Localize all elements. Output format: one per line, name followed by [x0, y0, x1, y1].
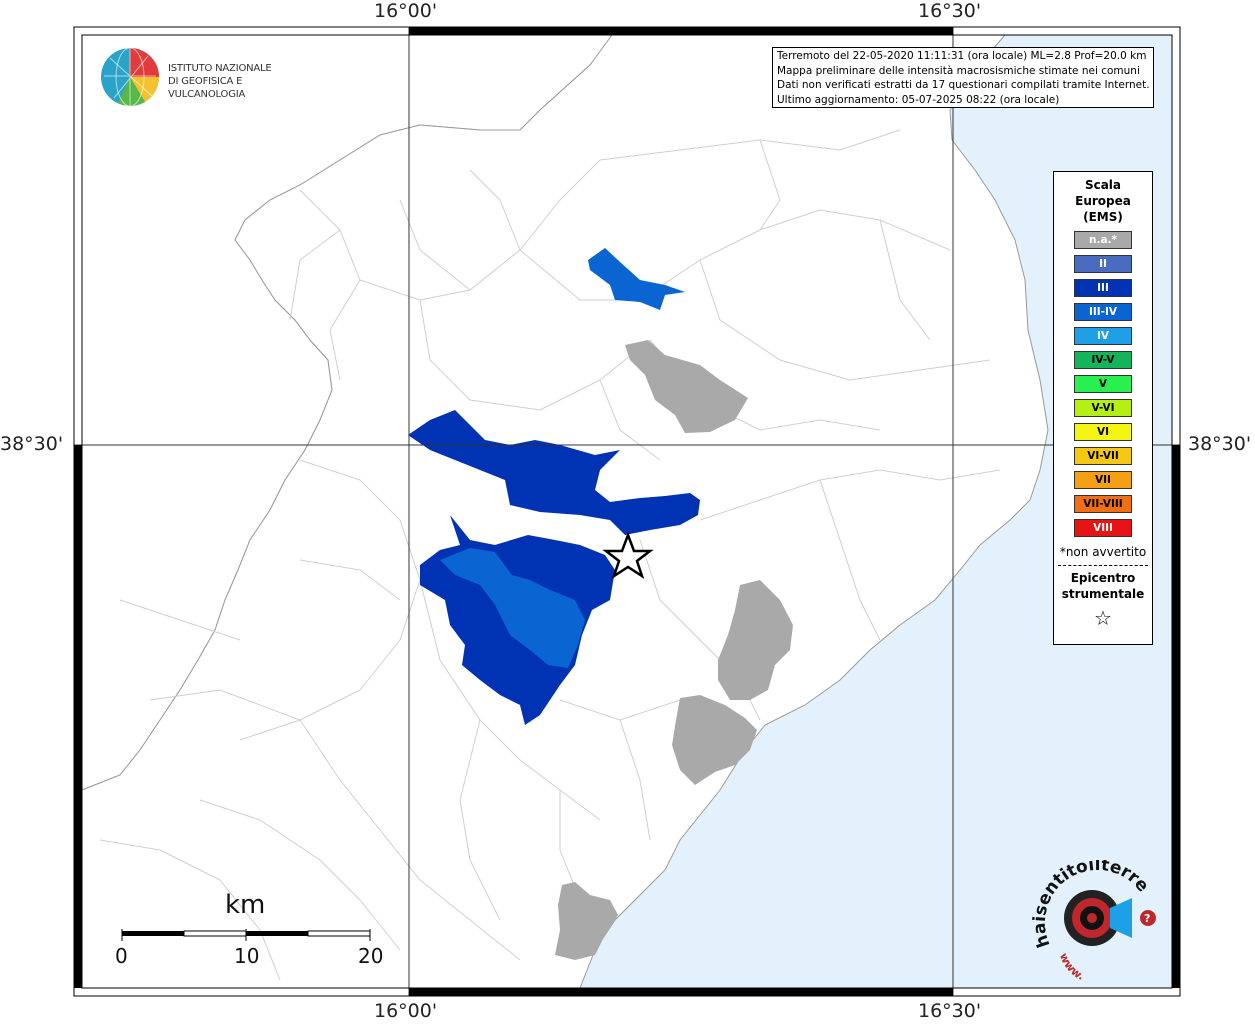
event-info-box: Terremoto del 22-05-2020 11:11:31 (ora l… — [772, 47, 1154, 108]
legend-item: IV-V — [1074, 351, 1132, 369]
legend-epi-1: Epicentro — [1070, 571, 1136, 585]
legend-item: VII-VIII — [1074, 495, 1132, 513]
legend-star-icon: ☆ — [1094, 606, 1112, 630]
coord-left-lat: 38°30' — [0, 433, 64, 455]
haisentito-logo-icon: haisentitoilterremoto.it www. ? — [1021, 845, 1156, 983]
info-line-2: Mappa preliminare delle intensità macros… — [777, 64, 1140, 77]
ingv-logo: ISTITUTO NAZIONALE DI GEOFISICA E VULCAN… — [100, 46, 320, 112]
legend-epi-2: strumentale — [1061, 587, 1145, 601]
legend-note: *non avvertito — [1059, 545, 1147, 559]
haisentito-logo: haisentitoilterremoto.it www. ? — [1021, 845, 1165, 990]
legend-item: VIII — [1074, 519, 1132, 537]
legend-item: V — [1074, 375, 1132, 393]
legend-item: IV — [1074, 327, 1132, 345]
legend-item: VI-VII — [1074, 447, 1132, 465]
legend-title: Scala Europea (EMS) — [1054, 177, 1152, 225]
scale-tick-10: 10 — [234, 944, 260, 968]
coord-top-left: 16°00' — [374, 0, 438, 22]
info-line-3: Dati non verificati estratti da 17 quest… — [777, 79, 1150, 91]
legend-item: VI — [1074, 423, 1132, 441]
globe-icon — [101, 47, 160, 107]
legend-title-3: (EMS) — [1083, 210, 1123, 224]
scale-tick-20: 20 — [358, 944, 384, 968]
legend-epicenter-label: Epicentro strumentale — [1054, 570, 1152, 602]
legend-item: V-VI — [1074, 399, 1132, 417]
legend-item: III-IV — [1074, 303, 1132, 321]
logo-line-1: ISTITUTO NAZIONALE — [168, 63, 272, 74]
coord-bottom-right: 16°30' — [918, 1000, 982, 1022]
brand-www-text: www. — [1057, 951, 1086, 983]
legend-item: VII — [1074, 471, 1132, 489]
legend-item: n.a.* — [1074, 231, 1132, 249]
legend-title-2: Europea — [1075, 194, 1131, 208]
scale-tick-0: 0 — [115, 944, 128, 968]
ems-legend: Scala Europea (EMS) n.a.* II III III-IV IV IV… — [1053, 171, 1153, 645]
legend-item: III — [1074, 279, 1132, 297]
legend-separator — [1058, 565, 1148, 566]
scale-unit: km — [225, 890, 266, 920]
info-line-4: Ultimo aggiornamento: 05-07-2025 08:22 (… — [777, 93, 1060, 106]
coord-bottom-left: 16°00' — [374, 1000, 438, 1022]
info-line-1: Terremoto del 22-05-2020 11:11:31 (ora l… — [777, 50, 1147, 62]
coord-top-right: 16°30' — [918, 0, 982, 22]
brand-question: ? — [1144, 912, 1150, 925]
legend-item: II — [1074, 255, 1132, 273]
legend-items: n.a.* II III III-IV IV IV-V V V-VI VI VI-VII VII VI… — [1054, 231, 1152, 537]
logo-line-2: DI GEOFISICA E VULCANOLOGIA — [168, 76, 246, 100]
legend-title-1: Scala — [1084, 178, 1122, 192]
coord-right-lat: 38°30' — [1188, 433, 1252, 455]
